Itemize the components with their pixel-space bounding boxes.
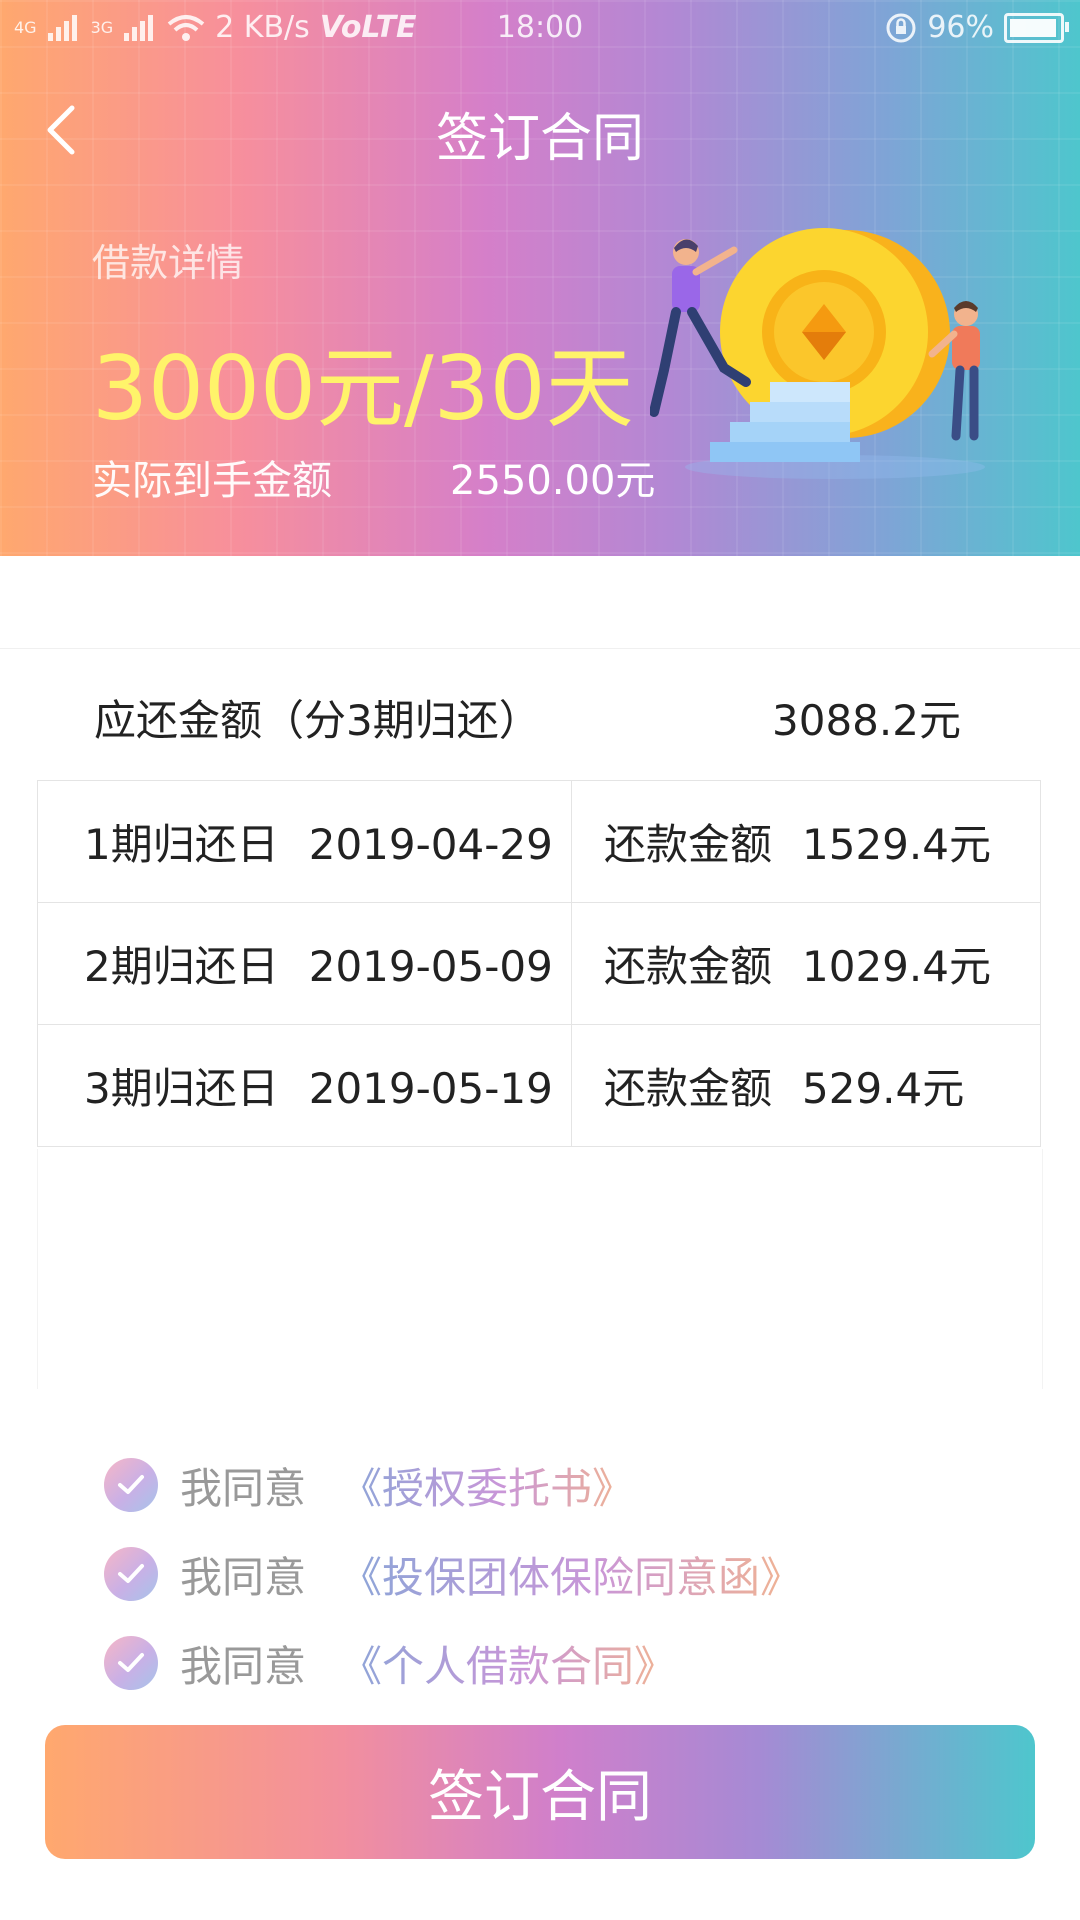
check-icon[interactable] (104, 1547, 158, 1601)
installment-table: 1期归还日 2019-04-29 还款金额 1529.4元 2期归还日 2019-05… (37, 780, 1041, 1147)
battery-percent: 96% (927, 10, 994, 45)
installment-date-cell: 2期归还日 2019-05-09 (37, 902, 572, 1025)
amount-due-label: 应还金额（分3期归还） (94, 696, 541, 745)
loan-details-label: 借款详情 (92, 241, 245, 285)
installment-amount-cell: 还款金额 529.4元 (571, 1024, 1041, 1147)
agreement-loan-contract[interactable]: 我同意 《个人借款合同》 (104, 1633, 676, 1693)
installment-date-cell: 3期归还日 2019-05-19 (37, 1024, 572, 1147)
page-title: 签订合同 (435, 109, 644, 169)
amount-label: 还款金额 (604, 942, 773, 991)
battery-icon (1004, 12, 1069, 43)
coin-illustration (650, 228, 985, 479)
agreement-authorization[interactable]: 我同意 《授权委托书》 (104, 1455, 634, 1515)
agreement-insurance[interactable]: 我同意 《投保团体保险同意函》 (104, 1544, 802, 1604)
received-amount-value: 2550.00元 (450, 458, 656, 504)
sign-contract-button[interactable]: 签订合同 (45, 1725, 1035, 1859)
amount-due-value: 3088.2元 (772, 696, 961, 745)
installment-period: 1期归还日 (84, 820, 279, 869)
agree-label: 我同意 (180, 1641, 307, 1691)
rotation-lock-icon (886, 13, 916, 42)
insurance-consent-link[interactable]: 《投保团体保险同意函》 (340, 1544, 802, 1605)
installment-amount: 1529.4元 (802, 820, 991, 869)
installment-date-cell: 1期归还日 2019-04-29 (37, 780, 572, 903)
installment-amount-cell: 还款金额 1029.4元 (571, 902, 1041, 1025)
installment-date: 2019-05-09 (308, 942, 553, 991)
installment-date: 2019-05-19 (308, 1064, 553, 1113)
amount-label: 还款金额 (604, 820, 773, 869)
installment-date: 2019-04-29 (308, 820, 553, 869)
check-icon[interactable] (104, 1636, 158, 1690)
check-icon[interactable] (104, 1458, 158, 1512)
amount-label: 还款金额 (604, 1064, 773, 1113)
authorization-document-link[interactable]: 《授权委托书》 (340, 1455, 634, 1516)
header-banner: 4G 3G 2 KB/s VoLTE 18:00 96% 签订合同 借款详情 3… (0, 0, 1080, 556)
installment-amount: 529.4元 (802, 1064, 965, 1113)
table-row: 1期归还日 2019-04-29 还款金额 1529.4元 (37, 780, 1041, 903)
loan-contract-link[interactable]: 《个人借款合同》 (340, 1633, 676, 1694)
agree-label: 我同意 (180, 1552, 307, 1602)
table-row: 3期归还日 2019-05-19 还款金额 529.4元 (37, 1024, 1041, 1147)
received-amount-label: 实际到手金额 (92, 458, 332, 504)
status-right: 96% (885, 10, 1069, 45)
table-empty-area (37, 1149, 1043, 1389)
loan-amount: 3000元/30天 (92, 337, 634, 440)
battery-level (1010, 18, 1056, 37)
installment-amount-cell: 还款金额 1529.4元 (571, 780, 1041, 903)
agree-label: 我同意 (180, 1463, 307, 1513)
installment-amount: 1029.4元 (802, 942, 991, 991)
status-bar: 4G 3G 2 KB/s VoLTE 18:00 96% (0, 0, 1080, 58)
installment-period: 2期归还日 (84, 942, 279, 991)
installment-period: 3期归还日 (84, 1064, 279, 1113)
table-row: 2期归还日 2019-05-09 还款金额 1029.4元 (37, 902, 1041, 1025)
